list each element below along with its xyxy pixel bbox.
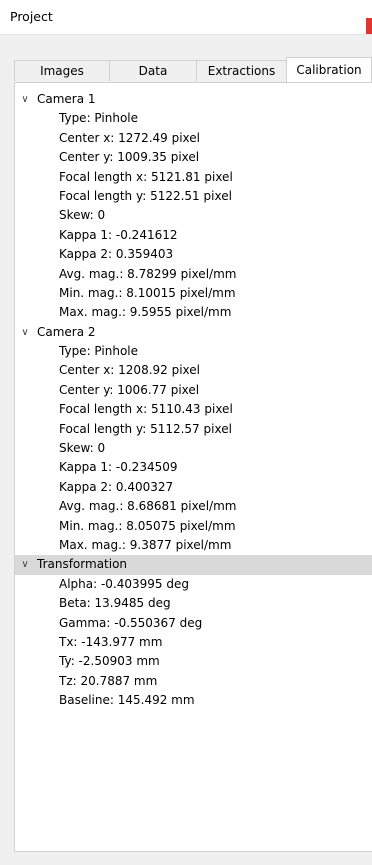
tree-item[interactable]: Skew: 0 <box>15 206 372 225</box>
close-button[interactable] <box>366 18 372 34</box>
tree-item[interactable]: Center y: 1006.77 pixel <box>15 381 372 400</box>
tree-item[interactable]: Focal length x: 5110.43 pixel <box>15 400 372 419</box>
tree-group-label: Camera 2 <box>37 324 96 339</box>
tab-calibration[interactable]: Calibration <box>286 57 372 82</box>
tree-item[interactable]: Avg. mag.: 8.68681 pixel/mm <box>15 497 372 516</box>
tree-group-label: Transformation <box>35 555 128 575</box>
tree-item[interactable]: Kappa 2: 0.400327 <box>15 478 372 497</box>
tree-item[interactable]: Skew: 0 <box>15 439 372 458</box>
tree-item[interactable]: Avg. mag.: 8.78299 pixel/mm <box>15 265 372 284</box>
tree-item[interactable]: Ty: -2.50903 mm <box>15 652 372 671</box>
tree-item[interactable]: Baseline: 145.492 mm <box>15 691 372 710</box>
tree-item[interactable]: Min. mag.: 8.05075 pixel/mm <box>15 517 372 536</box>
tree-item[interactable]: Kappa 1: -0.234509 <box>15 458 372 477</box>
tree-item[interactable]: Alpha: -0.403995 deg <box>15 575 372 594</box>
tree-item[interactable]: Center x: 1272.49 pixel <box>15 129 372 148</box>
tree-item[interactable]: Tx: -143.977 mm <box>15 633 372 652</box>
tree-item[interactable]: Beta: 13.9485 deg <box>15 594 372 613</box>
tree-item[interactable]: Type: Pinhole <box>15 342 372 361</box>
chevron-down-icon[interactable]: ∨ <box>15 323 35 342</box>
tree-item[interactable]: Focal length x: 5121.81 pixel <box>15 168 372 187</box>
tree-group-camera-1[interactable]: ∨ Camera 1 <box>15 90 372 109</box>
tree-item[interactable]: Gamma: -0.550367 deg <box>15 614 372 633</box>
panel-title: Project <box>10 9 53 24</box>
panel-title-bar: Project <box>0 0 372 35</box>
tree-item[interactable]: Min. mag.: 8.10015 pixel/mm <box>15 284 372 303</box>
tab-data[interactable]: Data <box>110 60 197 81</box>
tab-bar: Images Data Extractions Calibration <box>14 57 372 82</box>
project-panel: Project Images Data Extractions Calibrat… <box>0 0 372 865</box>
tree-item[interactable]: Max. mag.: 9.5955 pixel/mm <box>15 303 372 322</box>
tree-item[interactable]: Focal length y: 5112.57 pixel <box>15 420 372 439</box>
tree-group-camera-2[interactable]: ∨ Camera 2 <box>15 323 372 342</box>
tree-item[interactable]: Tz: 20.7887 mm <box>15 672 372 691</box>
tree-item[interactable]: Max. mag.: 9.3877 pixel/mm <box>15 536 372 555</box>
tree-item[interactable]: Center x: 1208.92 pixel <box>15 361 372 380</box>
chevron-down-icon[interactable]: ∨ <box>15 90 35 109</box>
chevron-down-icon[interactable]: ∨ <box>15 555 35 574</box>
tree-item[interactable]: Kappa 2: 0.359403 <box>15 245 372 264</box>
tree-item[interactable]: Focal length y: 5122.51 pixel <box>15 187 372 206</box>
calibration-tree[interactable]: ∨ Camera 1 Type: Pinhole Center x: 1272.4… <box>14 82 372 852</box>
tab-extractions[interactable]: Extractions <box>197 60 287 81</box>
tab-images[interactable]: Images <box>14 60 110 81</box>
tree-item[interactable]: Center y: 1009.35 pixel <box>15 148 372 167</box>
tree-group-transformation[interactable]: ∨ Transformation <box>15 555 372 575</box>
tree-item[interactable]: Kappa 1: -0.241612 <box>15 226 372 245</box>
tree-group-label: Camera 1 <box>37 92 96 106</box>
tree-item[interactable]: Type: Pinhole <box>15 109 372 128</box>
